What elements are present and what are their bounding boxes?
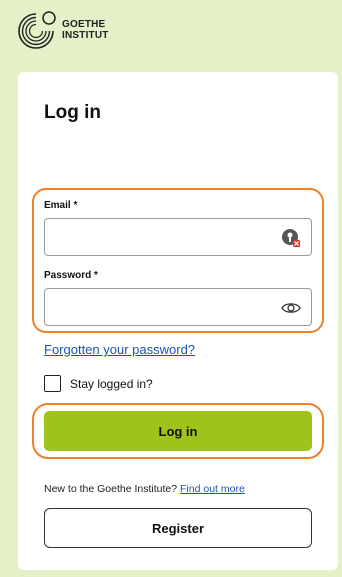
page-title: Log in	[44, 102, 101, 123]
goethe-logo-icon[interactable]	[16, 10, 60, 50]
password-field-box	[44, 288, 312, 326]
login-card: Log in Email * Password * Forgotten your…	[18, 72, 338, 570]
login-button[interactable]: Log in	[44, 411, 312, 451]
forgot-password-link[interactable]: Forgotten your password?	[44, 342, 195, 357]
find-out-more-link[interactable]: Find out more	[180, 483, 245, 495]
stay-logged-in-row: Stay logged in?	[44, 375, 153, 392]
email-field-box	[44, 218, 312, 256]
stay-logged-in-label[interactable]: Stay logged in?	[70, 377, 153, 391]
stay-logged-in-checkbox[interactable]	[44, 375, 61, 392]
password-field[interactable]	[45, 289, 265, 325]
password-manager-icon[interactable]	[281, 228, 301, 248]
brand-name: GOETHE INSTITUT	[62, 19, 109, 41]
site-header: GOETHE INSTITUT	[16, 10, 109, 50]
register-button[interactable]: Register	[44, 508, 312, 548]
register-prompt-text: New to the Goethe Institute?	[44, 483, 178, 495]
eye-icon[interactable]	[281, 298, 301, 318]
brand-line-2: INSTITUT	[62, 30, 109, 41]
password-label: Password *	[44, 270, 98, 281]
register-prompt: New to the Goethe Institute? Find out mo…	[44, 483, 245, 495]
brand-line-1: GOETHE	[62, 19, 106, 30]
email-field[interactable]	[45, 219, 265, 255]
email-label: Email *	[44, 200, 78, 211]
